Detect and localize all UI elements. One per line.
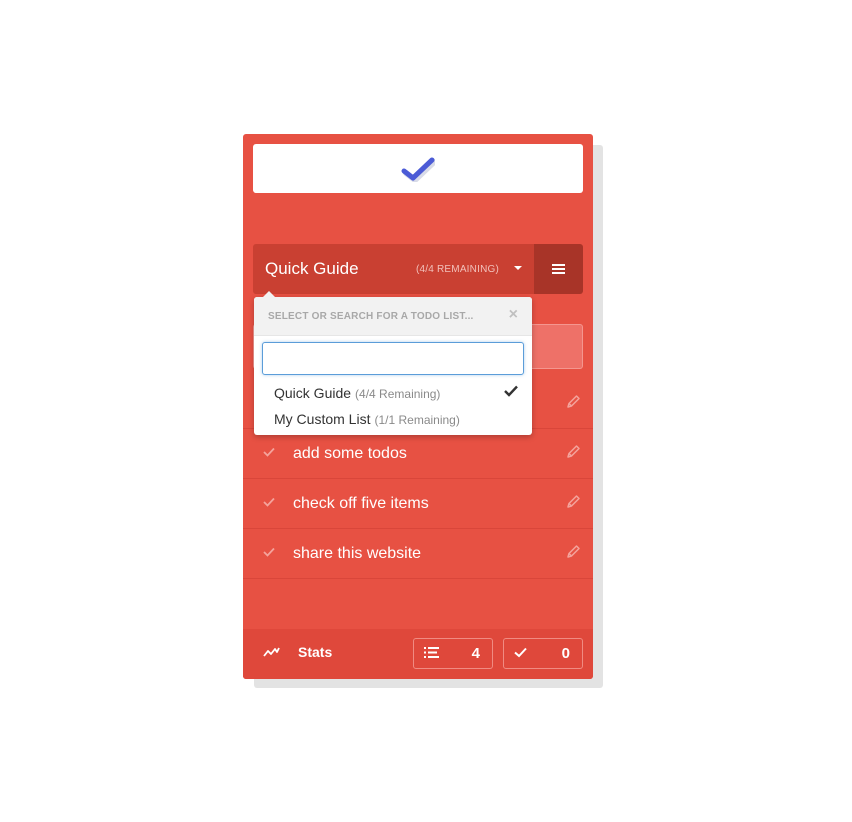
checkmark-logo-icon — [401, 157, 435, 182]
chevron-down-icon — [514, 266, 522, 270]
dropdown-header: SELECT OR SEARCH FOR A TODO LIST... × — [254, 297, 532, 336]
dropdown-item-remaining: (1/1 Remaining) — [374, 413, 460, 427]
pencil-icon[interactable] — [565, 494, 581, 510]
dropdown-item-name: My Custom List — [274, 411, 371, 427]
menu-button[interactable] — [534, 244, 583, 294]
checkmark-icon[interactable] — [263, 547, 275, 557]
list-dropdown: SELECT OR SEARCH FOR A TODO LIST... × Qu… — [254, 291, 532, 435]
checkmark-icon[interactable] — [263, 447, 275, 457]
footer-bar: Stats 4 0 — [243, 629, 593, 679]
todo-label: share this website — [293, 545, 422, 562]
todo-item[interactable]: share this website — [243, 529, 593, 579]
list-remaining-count: (4/4 REMAINING) — [415, 264, 499, 275]
list-selector[interactable]: Quick Guide (4/4 REMAINING) — [253, 244, 534, 294]
todo-label: add some todos — [293, 445, 407, 462]
dropdown-item-my-custom-list[interactable]: My Custom List (1/1 Remaining) — [274, 411, 460, 427]
logo-header — [253, 144, 583, 193]
checkmark-icon — [514, 647, 527, 658]
todo-count: 4 — [471, 645, 480, 662]
todo-label: check off five items — [293, 495, 429, 512]
current-list-title: Quick Guide — [265, 259, 359, 278]
selected-check-icon — [504, 385, 518, 397]
checkmark-icon[interactable] — [263, 497, 275, 507]
pencil-icon[interactable] — [565, 394, 581, 410]
pencil-icon[interactable] — [565, 444, 581, 460]
todo-item[interactable]: check off five items — [243, 479, 593, 529]
dropdown-hint: SELECT OR SEARCH FOR A TODO LIST... — [268, 311, 474, 322]
dropdown-item-remaining: (4/4 Remaining) — [355, 387, 441, 401]
stats-link[interactable]: Stats — [298, 644, 332, 660]
list-search-input[interactable] — [262, 342, 524, 375]
todo-item[interactable]: add some todos — [243, 429, 593, 479]
close-icon[interactable]: × — [509, 306, 518, 324]
hamburger-icon — [552, 264, 565, 274]
done-count: 0 — [561, 645, 570, 662]
done-count-button[interactable]: 0 — [503, 638, 583, 669]
dropdown-item-name: Quick Guide — [274, 385, 352, 401]
dropdown-item-quick-guide[interactable]: Quick Guide (4/4 Remaining) — [274, 385, 440, 401]
stats-chart-icon — [263, 647, 280, 657]
list-icon — [424, 647, 439, 658]
pencil-icon[interactable] — [565, 544, 581, 560]
todo-count-button[interactable]: 4 — [413, 638, 493, 669]
